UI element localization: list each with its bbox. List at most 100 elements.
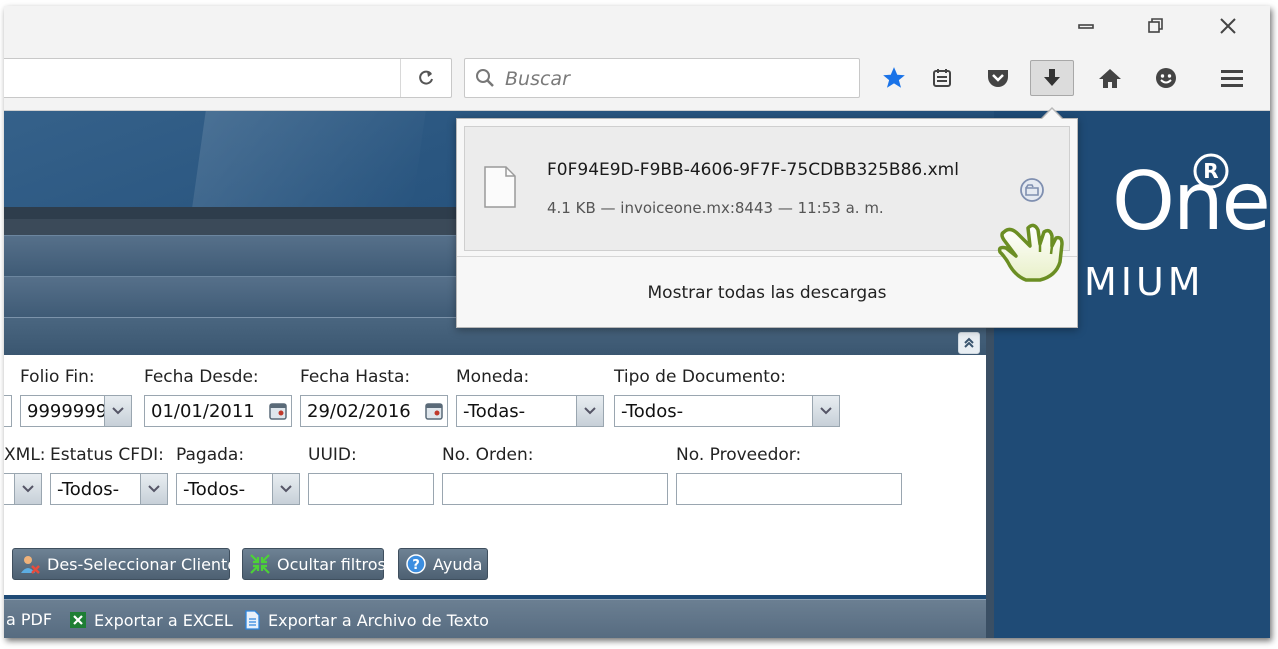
user-remove-icon (19, 553, 41, 575)
estatus-cfdi-value: -Todos- (57, 479, 120, 500)
search-input[interactable] (503, 65, 847, 93)
collapse-button[interactable] (958, 332, 980, 354)
folio-inicio-field[interactable] (4, 395, 12, 427)
chevron-down-icon (820, 407, 832, 415)
xml-select[interactable] (4, 473, 42, 505)
smiley-icon (1156, 68, 1176, 88)
excel-icon (68, 610, 88, 630)
downloads-icon (1044, 69, 1060, 86)
open-folder-icon[interactable] (1019, 177, 1045, 203)
export-bar: a PDF Exportar a EXCEL Exportar a Archiv… (4, 599, 986, 638)
search-bar[interactable] (464, 58, 860, 98)
restore-icon (1148, 18, 1163, 33)
reading-list-icon (933, 69, 951, 87)
download-meta: 4.1 KB — invoiceone.mx:8443 — 11:53 a. m… (547, 199, 884, 217)
browser-window: One R MIUM Folio Fin: Fecha Desde: Fecha… (4, 6, 1270, 638)
folio-fin-select[interactable]: 9999999 (20, 395, 132, 427)
hide-filters-label: Ocultar filtros (277, 554, 386, 574)
hide-filters-button[interactable]: Ocultar filtros (242, 548, 386, 580)
title-bar (4, 6, 1270, 50)
home-button[interactable] (1088, 60, 1132, 96)
download-filename: F0F94E9D-F9BB-4606-9F7F-75CDBB325B86.xml (547, 160, 959, 180)
fecha-desde-label: Fecha Desde: (144, 367, 259, 387)
feedback-button[interactable] (1144, 60, 1188, 96)
dropdown-button[interactable] (104, 396, 131, 426)
estatus-cfdi-label: Estatus CFDI: (50, 445, 164, 465)
close-icon (1220, 18, 1236, 34)
no-proveedor-input[interactable] (676, 473, 902, 505)
deselect-client-button[interactable]: Des-Seleccionar Cliente (12, 548, 237, 580)
estatus-cfdi-select[interactable]: -Todos- (50, 473, 168, 505)
fecha-desde-field[interactable]: 01/01/2011 (144, 395, 292, 427)
export-excel-label: Exportar a EXCEL (94, 610, 233, 630)
header-highlight (192, 111, 426, 207)
export-pdf-label: a PDF (6, 610, 53, 629)
help-icon: ? (405, 553, 427, 575)
url-bar[interactable] (4, 58, 452, 98)
export-excel-link[interactable]: Exportar a EXCEL (68, 610, 233, 630)
reload-button[interactable] (400, 59, 451, 97)
registered-mark-icon: R (1193, 153, 1229, 189)
reading-list-button[interactable] (920, 60, 964, 96)
moneda-value: -Todas- (463, 401, 526, 422)
bookmark-button[interactable] (872, 60, 916, 96)
minimize-button[interactable] (1066, 12, 1106, 40)
fecha-hasta-value: 29/02/2016 (307, 401, 411, 422)
show-all-downloads-link[interactable]: Mostrar todas las descargas (457, 256, 1077, 329)
panel-edge (986, 317, 994, 638)
chevron-down-icon (112, 407, 124, 415)
menu-button[interactable] (1210, 60, 1254, 96)
pagada-value: -Todos- (183, 479, 246, 500)
pocket-icon (988, 70, 1008, 87)
tipo-documento-value: -Todos- (621, 401, 684, 422)
restore-button[interactable] (1136, 12, 1176, 40)
moneda-select[interactable]: -Todas- (456, 395, 604, 427)
downloads-panel: F0F94E9D-F9BB-4606-9F7F-75CDBB325B86.xml… (456, 118, 1078, 328)
export-pdf-link[interactable]: a PDF (6, 610, 52, 629)
tipo-documento-label: Tipo de Documento: (614, 367, 787, 387)
fecha-hasta-field[interactable]: 29/02/2016 (300, 395, 448, 427)
reload-icon (419, 70, 433, 85)
dropdown-button[interactable] (14, 474, 41, 504)
dropdown-button[interactable] (812, 396, 839, 426)
help-button[interactable]: ? Ayuda (398, 548, 488, 580)
fecha-desde-value: 01/01/2011 (151, 401, 255, 422)
search-icon (476, 69, 494, 87)
pagada-select[interactable]: -Todos- (176, 473, 300, 505)
no-orden-label: No. Orden: (442, 445, 534, 465)
export-text-label: Exportar a Archivo de Texto (268, 610, 489, 630)
chevron-down-icon (280, 485, 292, 493)
export-text-link[interactable]: Exportar a Archivo de Texto (242, 610, 489, 630)
close-button[interactable] (1208, 12, 1248, 40)
dropdown-button[interactable] (140, 474, 167, 504)
uuid-input[interactable] (308, 473, 434, 505)
no-orden-input[interactable] (442, 473, 668, 505)
pagada-label: Pagada: (176, 445, 245, 465)
svg-text:?: ? (412, 558, 420, 573)
dropdown-button[interactable] (576, 396, 603, 426)
panel-arrow-fill (1041, 109, 1063, 120)
dropdown-button[interactable] (272, 474, 299, 504)
tipo-documento-select[interactable]: -Todos- (614, 395, 840, 427)
collapse-arrows-icon (249, 553, 271, 575)
help-label: Ayuda (433, 554, 483, 574)
double-chevron-up-icon (964, 337, 974, 348)
moneda-label: Moneda: (456, 367, 530, 387)
brand-subtitle: MIUM (1084, 260, 1205, 304)
navigation-toolbar (4, 50, 1270, 111)
calendar-button[interactable] (421, 396, 447, 426)
download-item[interactable]: F0F94E9D-F9BB-4606-9F7F-75CDBB325B86.xml… (464, 126, 1070, 251)
xml-label: XML: (4, 445, 46, 465)
chevron-down-icon (22, 485, 34, 493)
minimize-icon (1078, 24, 1094, 29)
folio-fin-label: Folio Fin: (20, 367, 95, 387)
downloads-button[interactable] (1030, 60, 1074, 96)
bookmark-star-icon (883, 67, 905, 88)
calendar-button[interactable] (265, 396, 291, 426)
uuid-label: UUID: (308, 445, 357, 465)
pocket-button[interactable] (976, 60, 1020, 96)
fecha-hasta-label: Fecha Hasta: (300, 367, 411, 387)
text-file-icon (242, 610, 262, 630)
hand-cursor-icon (997, 223, 1064, 282)
calendar-icon (269, 403, 287, 420)
